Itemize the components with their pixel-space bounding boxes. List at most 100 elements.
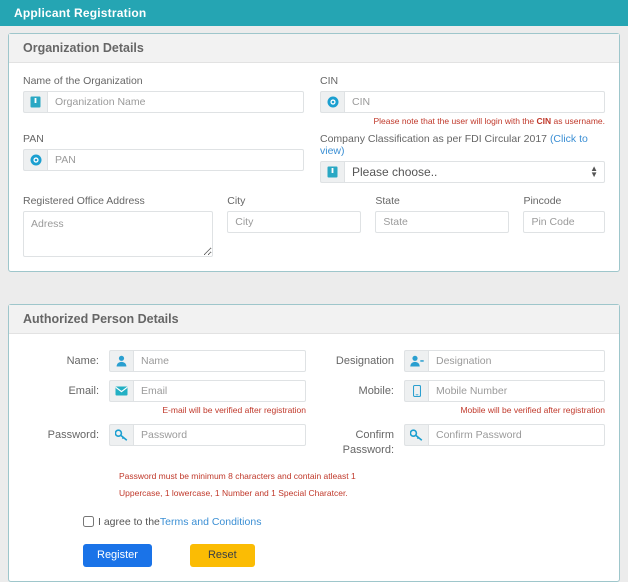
city-input[interactable] [227,211,361,233]
cin-note-prefix: Please note that the user will login wit… [373,116,536,126]
reset-button[interactable]: Reset [190,544,255,567]
mobile-control: Mobile will be verified after registrati… [404,380,605,416]
designation-input[interactable] [428,350,605,372]
envelope-icon [109,380,133,402]
ap-row-name: Name: Designation [23,350,605,372]
org-name-group: Name of the Organization [23,75,314,127]
pincode-input[interactable] [523,211,605,233]
org-name-input[interactable] [47,91,304,113]
organization-panel-title: Organization Details [23,41,144,55]
classification-label-text: Company Classification as per FDI Circul… [320,133,547,145]
name-input-group [109,350,306,372]
org-row-1: Name of the Organization CIN [23,75,605,127]
organization-panel-header: Organization Details [9,34,619,63]
name-input[interactable] [133,350,306,372]
password-group: Password: [23,424,314,446]
authorized-person-panel: Authorized Person Details Name: [8,304,620,582]
city-group: City [227,195,361,257]
mobile-input-group [404,380,605,402]
mobile-icon [404,380,428,402]
classification-label: Company Classification as per FDI Circul… [320,133,605,157]
id-badge-icon [23,149,47,171]
address-label: Registered Office Address [23,195,213,207]
confirm-password-control [404,424,605,446]
password-input-group [109,424,306,446]
designation-control [404,350,605,372]
designation-input-group [404,350,605,372]
terms-text: I agree to the [98,516,160,528]
app-header: Applicant Registration [0,0,628,26]
email-input-group [109,380,306,402]
email-control: E-mail will be verified after registrati… [109,380,306,416]
mobile-note: Mobile will be verified after registrati… [404,405,605,416]
page-body: Organization Details Name of the Organiz… [0,26,628,582]
pan-input[interactable] [47,149,304,171]
name-label: Name: [23,350,109,369]
organization-details-panel: Organization Details Name of the Organiz… [8,33,620,272]
name-group: Name: [23,350,314,372]
confirm-password-group: Confirm Password: [314,424,605,458]
address-textarea[interactable] [23,211,213,257]
confirm-password-input-group [404,424,605,446]
password-label: Password: [23,424,109,443]
org-row-3: Registered Office Address City State Pin… [23,195,605,257]
cin-note: Please note that the user will login wit… [320,116,605,127]
name-control [109,350,306,372]
designation-group: Designation [314,350,605,372]
address-group: Registered Office Address [23,195,213,257]
page-title: Applicant Registration [14,6,146,20]
cin-input[interactable] [344,91,605,113]
authorized-person-panel-title: Authorized Person Details [23,312,179,326]
cin-note-suffix: as username. [551,116,605,126]
key-icon [404,424,428,446]
cin-group: CIN Please note that the user will login… [314,75,605,127]
cin-input-group [320,91,605,113]
org-row-2: PAN Company Classification as per FDI Ci… [23,133,605,183]
confirm-password-input[interactable] [428,424,605,446]
terms-agreement-row: I agree to the Terms and Conditions [83,516,605,528]
password-hint: Password must be minimum 8 characters an… [109,468,605,502]
mobile-label: Mobile: [318,380,404,399]
email-input[interactable] [133,380,306,402]
designation-label: Designation [318,350,404,369]
user-tag-icon [404,350,428,372]
terms-and-conditions-link[interactable]: Terms and Conditions [160,516,262,528]
org-name-input-group [23,91,304,113]
classification-input-group: Please choose.. ▲▼ [320,161,605,183]
form-actions: Register Reset [83,544,605,567]
book-icon [23,91,47,113]
terms-checkbox[interactable] [83,516,94,527]
city-label: City [227,195,361,207]
mobile-input[interactable] [428,380,605,402]
cin-label: CIN [320,75,605,87]
book-icon [320,161,344,183]
pan-group: PAN [23,133,314,183]
mobile-group: Mobile: Mobile will be verified after re… [314,380,605,416]
state-group: State [375,195,509,257]
ap-row-password: Password: Confirm Password: [23,424,605,458]
email-group: Email: E-mail will be verified after reg… [23,380,314,416]
pan-label: PAN [23,133,304,145]
pincode-label: Pincode [523,195,605,207]
pincode-group: Pincode [523,195,605,257]
organization-panel-body: Name of the Organization CIN [9,63,619,271]
authorized-person-panel-header: Authorized Person Details [9,305,619,334]
classification-select[interactable]: Please choose.. [344,161,605,183]
classification-group: Company Classification as per FDI Circul… [314,133,605,183]
password-input[interactable] [133,424,306,446]
pan-input-group [23,149,304,171]
id-badge-icon [320,91,344,113]
key-icon [109,424,133,446]
classification-select-wrap: Please choose.. ▲▼ [344,161,605,183]
register-button[interactable]: Register [83,544,152,567]
state-input[interactable] [375,211,509,233]
org-name-label: Name of the Organization [23,75,304,87]
email-note: E-mail will be verified after registrati… [109,405,306,416]
cin-note-strong: CIN [536,116,551,126]
password-control [109,424,306,446]
authorized-person-panel-body: Name: Designation [9,334,619,581]
password-hint-line-1: Password must be minimum 8 characters an… [119,468,605,485]
email-label: Email: [23,380,109,399]
user-icon [109,350,133,372]
password-hint-line-2: Uppercase, 1 lowercase, 1 Number and 1 S… [119,485,605,502]
